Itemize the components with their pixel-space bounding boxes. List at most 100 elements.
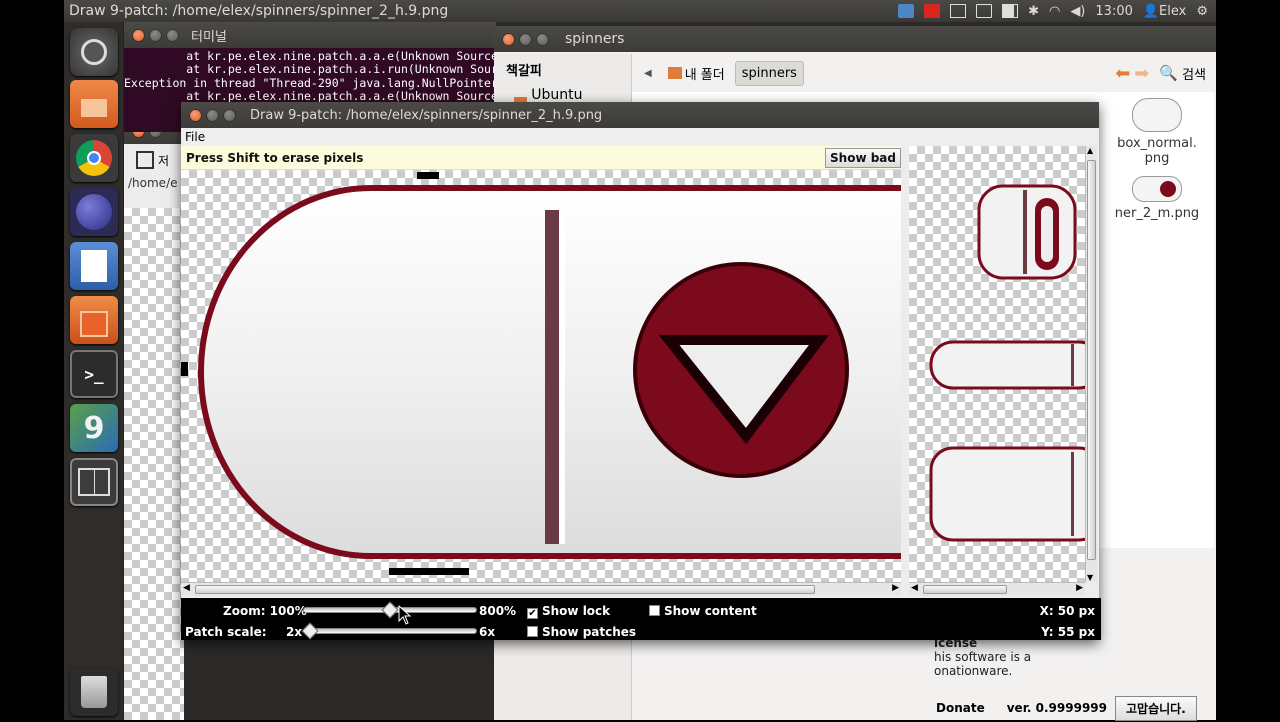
file-item[interactable]: box_normal. png	[1102, 98, 1212, 166]
path-button-label: 내 폴더	[684, 67, 725, 83]
mail-icon[interactable]	[976, 4, 993, 18]
show-patches-check[interactable]	[527, 626, 538, 637]
scroll-left-icon[interactable]: ◀	[183, 583, 190, 593]
scroll-thumb[interactable]	[195, 585, 815, 594]
control-panel: Zoom: 100% 800% ✔ Show lock Show content …	[181, 598, 1101, 640]
system-tray: ✱ ◠ ◀) 13:00 👤Elex ⚙	[898, 4, 1216, 19]
terminal-line: at kr.pe.elex.nine.patch.a.a.e(Unknown S…	[124, 49, 505, 63]
path-button-home[interactable]: 내 폴더	[662, 60, 731, 87]
zoom-slider[interactable]	[303, 601, 477, 619]
show-lock-checkbox[interactable]: ✔ Show lock	[527, 604, 610, 619]
preview-vertical-arrow-inner	[1041, 206, 1053, 262]
zoom-slider-knob[interactable]	[381, 601, 399, 619]
volume-icon[interactable]: ◀)	[1070, 4, 1085, 19]
scroll-thumb[interactable]	[923, 585, 1007, 594]
scroll-right-icon[interactable]: ▶	[892, 583, 899, 593]
launcher: >_ 9	[64, 22, 124, 720]
patch-marker-top	[417, 172, 439, 179]
file-manager-title: spinners	[565, 31, 625, 47]
patch-scale-slider-knob[interactable]	[301, 622, 319, 640]
user-name: Elex	[1159, 3, 1187, 19]
background-window: 저 /home/e	[124, 118, 184, 720]
save-icon[interactable]	[136, 151, 154, 169]
background-canvas	[124, 208, 184, 720]
gear-icon[interactable]: ⚙	[1196, 4, 1208, 19]
close-icon[interactable]	[189, 108, 202, 122]
fm-toolbar: ◀ 내 폴더 spinners ⬅ ➡ 🔍 검색	[632, 54, 1216, 92]
chrome-icon[interactable]	[70, 134, 118, 182]
home-folder-icon	[667, 67, 682, 79]
update-icon[interactable]	[898, 4, 915, 18]
eclipse-icon[interactable]	[70, 188, 118, 236]
terminal-icon[interactable]: >_	[70, 350, 118, 398]
patch-max-label: 6x	[479, 625, 496, 639]
maximize-icon[interactable]	[166, 28, 179, 42]
show-content-checkbox[interactable]: Show content	[649, 604, 757, 618]
thanks-button[interactable]: 고맙습니다.	[1115, 695, 1197, 721]
terminal-titlebar: 터미널	[124, 22, 496, 48]
path-left-arrow-icon[interactable]: ◀	[638, 68, 658, 79]
preview-pane	[909, 146, 1085, 582]
software-center-icon[interactable]	[70, 296, 118, 344]
hint-text: Press Shift to erase pixels	[186, 151, 364, 165]
spinner-divider-highlight	[559, 210, 565, 544]
minimize-icon[interactable]	[206, 108, 219, 122]
battery-icon[interactable]	[1002, 4, 1019, 18]
preview-horizontal-divider	[1071, 344, 1074, 386]
show-patches-checkbox[interactable]: Show patches	[527, 625, 636, 639]
maximize-icon[interactable]	[223, 108, 236, 122]
keyboard-icon[interactable]	[950, 4, 967, 18]
active-window-title: Draw 9-patch: /home/elex/spinners/spinne…	[69, 3, 449, 19]
spinner-zoomed-image	[181, 172, 901, 575]
workspace-switcher-icon[interactable]	[70, 458, 118, 506]
alert-icon[interactable]	[924, 4, 941, 18]
search-label[interactable]: 검색	[1182, 64, 1206, 83]
sidebar-header: 책갈피	[506, 64, 542, 79]
top-panel: Draw 9-patch: /home/elex/spinners/spinne…	[64, 0, 1216, 22]
maximize-icon[interactable]	[536, 32, 549, 46]
fm-info-text: icense his software is a onationware.	[934, 636, 1216, 678]
patch-scale-slider[interactable]	[301, 622, 477, 640]
stretch-previews	[929, 184, 1085, 542]
back-icon[interactable]: ⬅	[1115, 63, 1130, 84]
clock[interactable]: 13:00	[1095, 4, 1132, 19]
path-button-spinners[interactable]: spinners	[734, 60, 804, 86]
scroll-right-icon[interactable]: ▶	[1076, 583, 1083, 593]
donate-button[interactable]: Donate	[932, 698, 989, 718]
minimize-icon[interactable]	[519, 32, 532, 46]
preview-vertical-scrollbar[interactable]: ▲ ▼	[1085, 146, 1097, 582]
draw9patch-title: Draw 9-patch: /home/elex/spinners/spinne…	[250, 107, 603, 123]
user-menu[interactable]: 👤Elex	[1143, 4, 1186, 19]
close-icon[interactable]	[502, 32, 515, 46]
minimize-icon[interactable]	[149, 28, 162, 42]
wifi-icon[interactable]: ◠	[1049, 4, 1060, 19]
preview-horizontal	[929, 340, 1085, 390]
canvas-horizontal-scrollbar[interactable]: ◀ ▶	[181, 582, 901, 596]
preview-horizontal-scrollbar[interactable]: ◀ ▶	[909, 582, 1085, 596]
show-lock-check[interactable]: ✔	[527, 608, 538, 619]
edit-canvas[interactable]	[181, 170, 901, 582]
scroll-up-icon[interactable]: ▲	[1087, 146, 1093, 155]
home-folder-icon[interactable]	[70, 80, 118, 128]
scroll-thumb[interactable]	[1087, 160, 1096, 560]
menu-file[interactable]: File	[185, 130, 205, 144]
patch-marker-left	[181, 362, 188, 376]
bluetooth-icon[interactable]: ✱	[1028, 4, 1039, 19]
user-icon: 👤	[1142, 3, 1160, 19]
trash-icon[interactable]	[70, 668, 118, 716]
scroll-down-icon[interactable]: ▼	[1087, 573, 1093, 582]
patch-marker-bottom	[389, 568, 469, 575]
writer-icon[interactable]	[70, 242, 118, 290]
terminal-output[interactable]: at kr.pe.elex.nine.patch.a.a.e(Unknown S…	[124, 48, 526, 103]
forward-icon[interactable]: ➡	[1134, 63, 1149, 84]
search-icon[interactable]: 🔍	[1159, 64, 1178, 82]
y-readout: Y: 55 px	[1041, 625, 1095, 639]
show-content-check[interactable]	[649, 605, 660, 616]
close-icon[interactable]	[132, 28, 145, 42]
save-label: 저	[158, 153, 170, 168]
dash-home-icon[interactable]	[70, 28, 118, 76]
draw9patch-icon[interactable]: 9	[70, 404, 118, 452]
show-bad-patches-button[interactable]: Show bad	[825, 148, 901, 168]
scroll-left-icon[interactable]: ◀	[911, 583, 918, 593]
file-item[interactable]: ner_2_m.png	[1102, 176, 1212, 221]
